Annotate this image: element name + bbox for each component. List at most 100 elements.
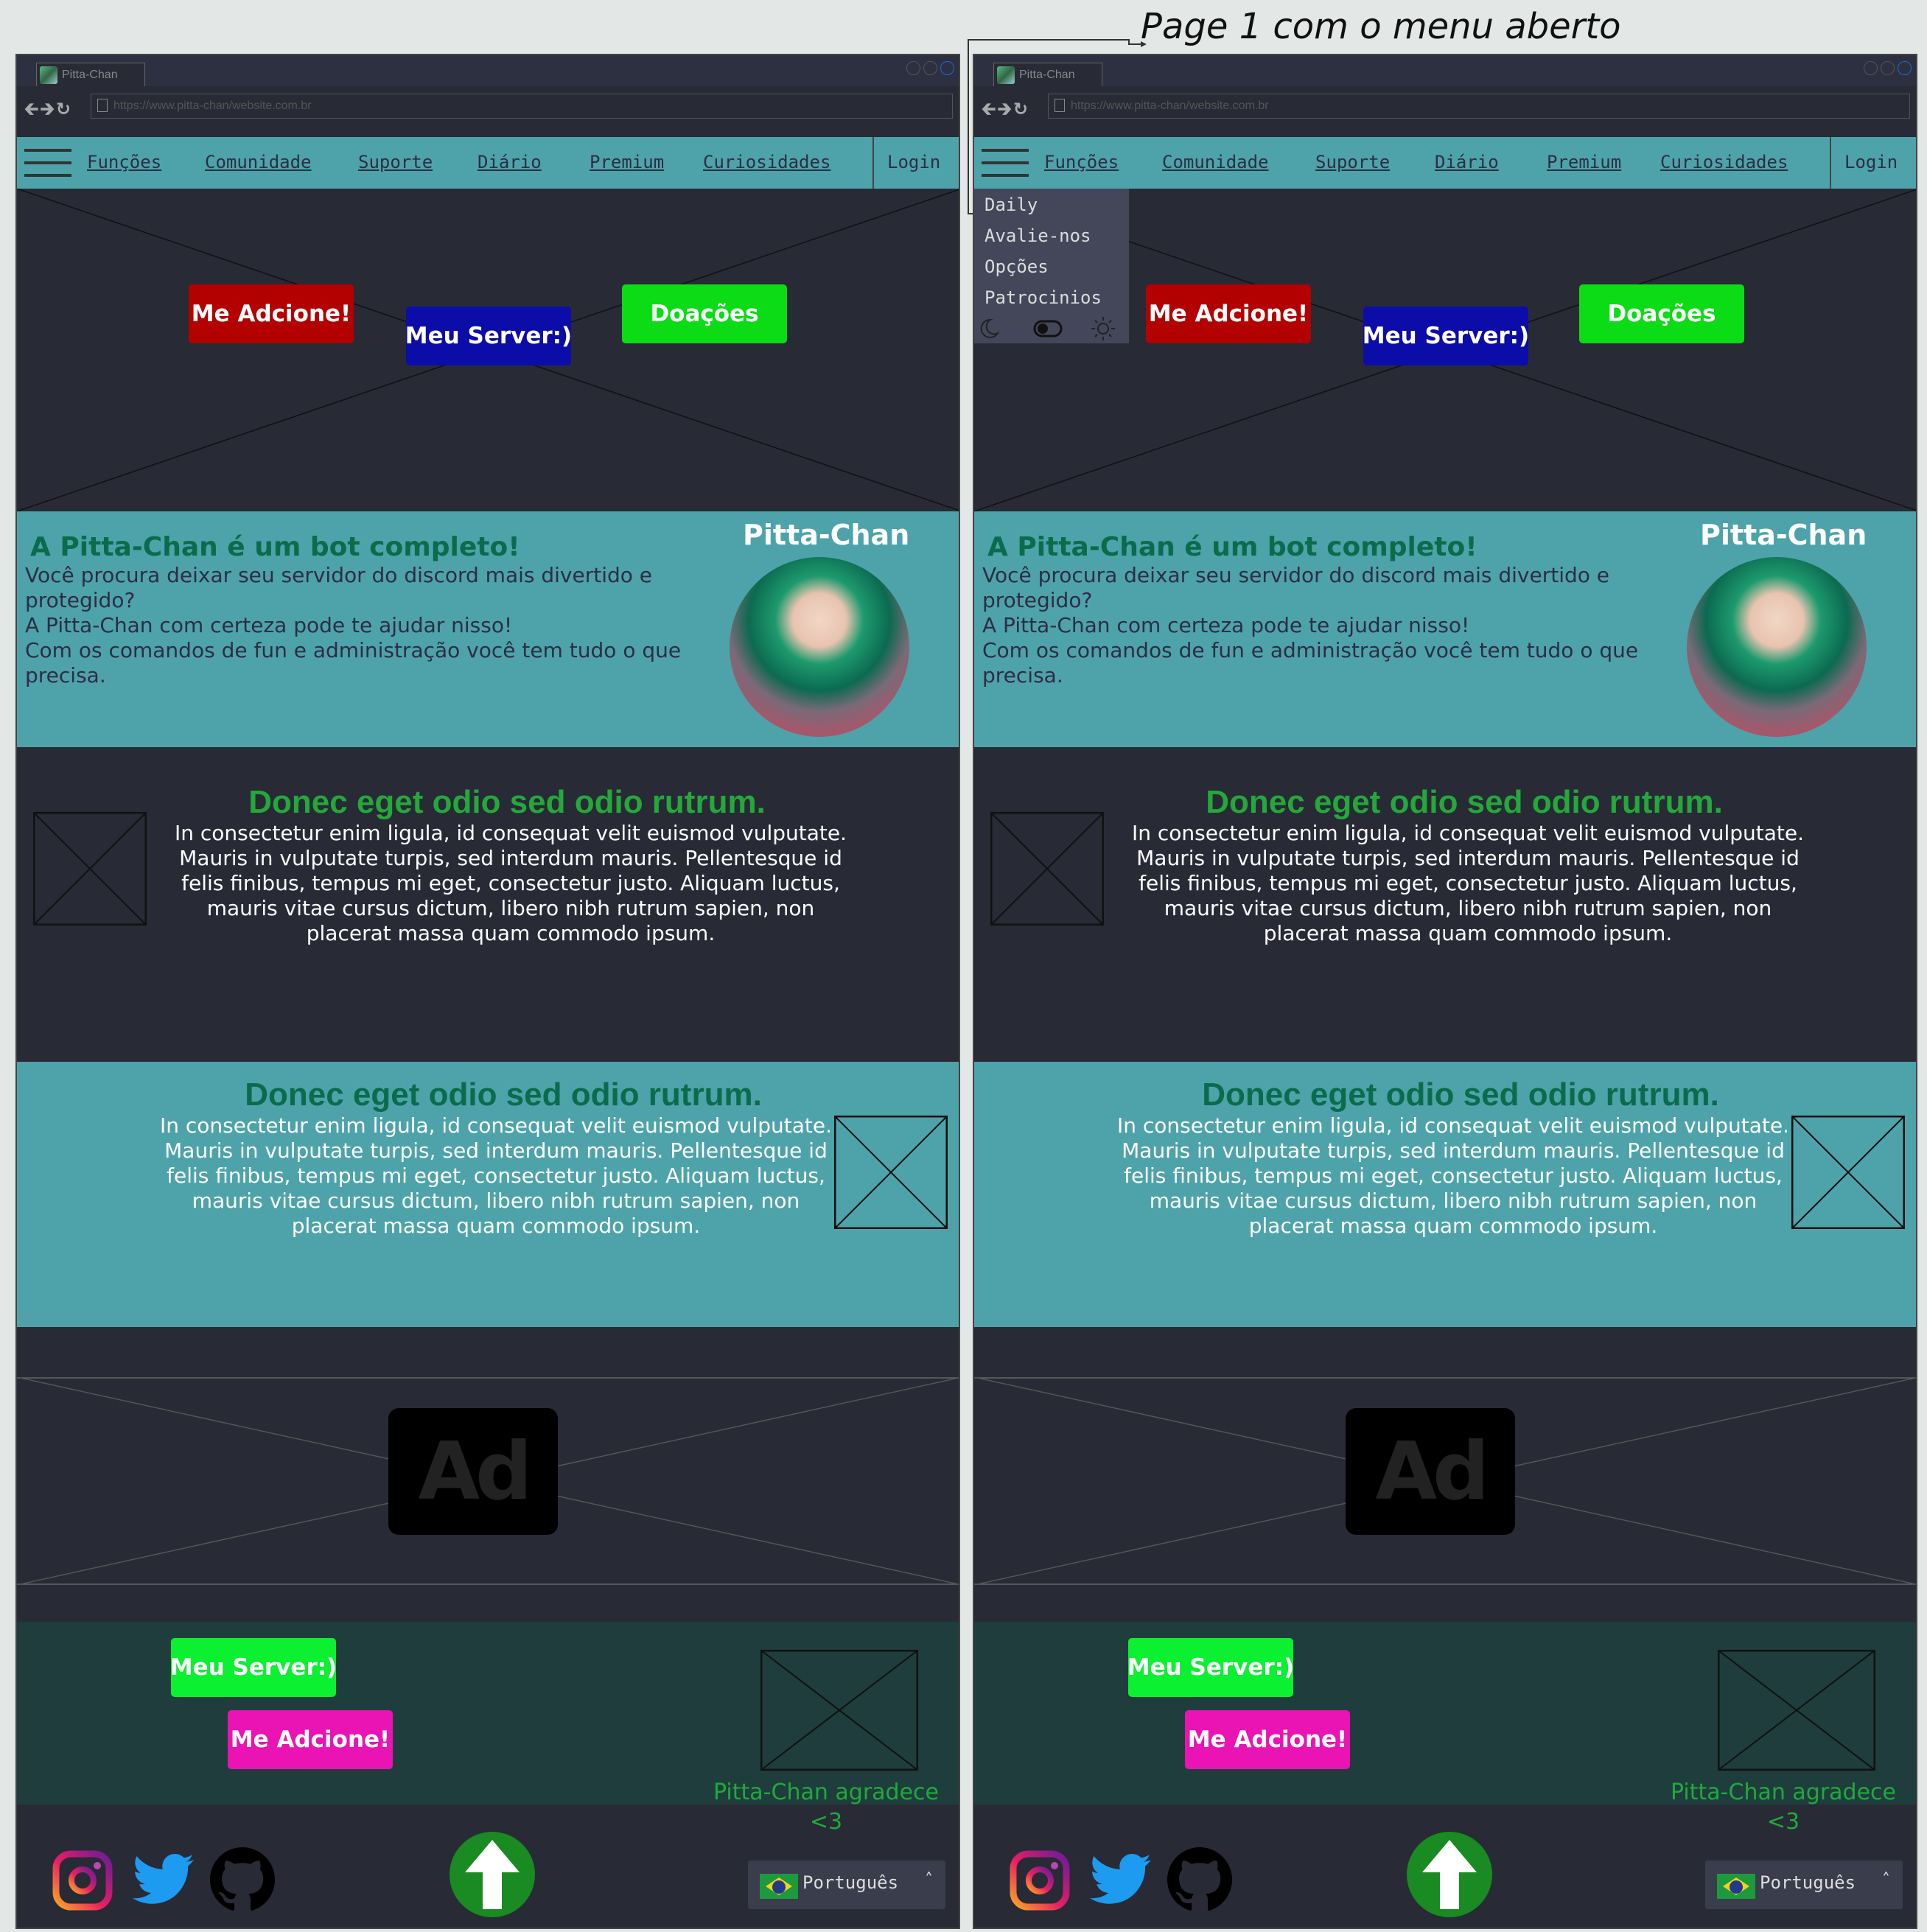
chevron-up-icon: ˄ [925,1871,933,1889]
url-text: https://www.pitta-chan/website.com.br [113,99,312,112]
my-server-button[interactable]: Meu Server:) [405,307,572,365]
window-maximize-button[interactable] [1881,61,1895,75]
scroll-to-top-icon[interactable] [449,1831,536,1918]
window-maximize-button[interactable] [923,61,937,75]
flag-globe [772,1880,786,1894]
page-icon [97,99,108,112]
footer-add-bot-button[interactable]: Me Adcione! [1185,1710,1350,1769]
hero-banner: Me Adcione! Meu Server:) Doações [17,189,959,511]
language-selector[interactable]: Português ˄ [748,1861,945,1909]
window-close-button[interactable] [940,61,954,75]
scroll-to-top-icon[interactable] [1406,1831,1493,1918]
feature-image-placeholder [834,1116,948,1229]
nav-item-funcoes[interactable]: Funções [1044,152,1119,172]
menu-item-opcoes[interactable]: Opções [985,256,1049,277]
browser-tab[interactable]: Pitta-Chan [993,63,1102,86]
tab-bar: Pitta-Chan [17,55,959,86]
url-field[interactable]: https://www.pitta-chan/website.com.br [91,94,953,119]
feature-section-1: Donec eget odio sed odio rutrum. In cons… [974,747,1916,1062]
browser-tab[interactable]: Pitta-Chan [36,63,145,86]
browser-window-closed-menu: Pitta-Chan 🡰🡲↻ https://www.pitta-chan/we… [15,54,960,1929]
nav-item-suporte[interactable]: Suporte [358,152,433,172]
top-navbar: Funções Comunidade Suporte Diário Premiu… [17,137,959,189]
window-minimize-button[interactable] [906,61,920,75]
back-arrow-icon[interactable]: 🡰 [982,99,997,119]
chevron-up-icon: ˄ [1882,1871,1890,1889]
nav-item-funcoes[interactable]: Funções [87,152,161,172]
browser-nav-icons: 🡰🡲↻ [24,97,72,127]
login-link[interactable]: Login [887,152,940,172]
hamburger-dropdown-menu: Daily Avalie-nos Opções Patrocinios [974,189,1129,343]
forward-arrow-icon[interactable]: 🡲 [40,99,55,119]
nav-item-diario[interactable]: Diário [478,152,542,172]
thanks-line-1: Pitta-Chan agradece [713,1779,939,1805]
browser-nav-icons: 🡰🡲↻ [982,97,1029,127]
ad-icon[interactable]: Ad [1346,1408,1515,1535]
add-bot-button[interactable]: Me Adcione! [1146,284,1311,343]
ad-icon[interactable]: Ad [388,1408,558,1535]
nav-item-curiosidades[interactable]: Curiosidades [703,152,830,172]
login-link[interactable]: Login [1844,152,1898,172]
instagram-icon[interactable] [1010,1850,1070,1911]
twitter-icon[interactable] [1089,1853,1153,1906]
twitter-icon[interactable] [132,1853,195,1906]
annotation-label: Page 1 com o menu aberto [1141,6,1621,47]
back-arrow-icon[interactable]: 🡰 [24,99,40,119]
github-icon[interactable] [210,1847,275,1912]
thanks-line-2: <3 [809,1809,843,1835]
my-server-button[interactable]: Meu Server:) [1363,307,1529,365]
bot-name: Pitta-Chan [743,519,910,551]
reload-icon[interactable]: ↻ [1013,99,1029,119]
thanks-message: Pitta-Chan agradece <3 [701,1778,951,1837]
nav-item-comunidade[interactable]: Comunidade [1162,152,1269,172]
language-label: Português [802,1872,899,1893]
thanks-line-1: Pitta-Chan agradece [1671,1779,1896,1805]
donations-button[interactable]: Doações [622,284,787,343]
tab-title: Pitta-Chan [62,69,118,81]
footer-image-placeholder [1718,1650,1875,1771]
about-title: A Pitta-Chan é um bot completo! [30,532,520,562]
feature-title-1: Donec eget odio sed odio rutrum. [1206,784,1723,820]
donations-button[interactable]: Doações [1579,284,1744,343]
nav-item-suporte[interactable]: Suporte [1315,152,1390,172]
feature-image-placeholder [1791,1116,1905,1229]
menu-item-daily[interactable]: Daily [985,195,1038,215]
flag-globe [1730,1880,1743,1894]
nav-item-premium[interactable]: Premium [590,152,664,172]
thanks-line-2: <3 [1766,1809,1800,1835]
nav-item-curiosidades[interactable]: Curiosidades [1660,152,1788,172]
page-icon [1055,99,1065,112]
theme-toggle-switch[interactable] [1033,320,1063,337]
reload-icon[interactable]: ↻ [56,99,72,119]
hamburger-menu-icon[interactable] [982,147,1029,178]
language-label: Português [1760,1872,1856,1893]
tab-favicon-icon [40,66,57,84]
window-controls [1864,61,1912,75]
ad-banner: Ad [17,1327,959,1622]
language-selector[interactable]: Português ˄ [1705,1861,1903,1909]
tab-title: Pitta-Chan [1019,69,1075,81]
window-minimize-button[interactable] [1864,61,1878,75]
menu-item-patrocinios[interactable]: Patrocinios [985,287,1102,308]
instagram-icon[interactable] [52,1850,113,1911]
forward-arrow-icon[interactable]: 🡲 [997,99,1013,119]
window-controls [906,61,954,75]
menu-item-avalie-nos[interactable]: Avalie-nos [985,225,1091,246]
url-field[interactable]: https://www.pitta-chan/website.com.br [1048,94,1910,119]
footer-image-placeholder [760,1650,918,1771]
footer-my-server-button[interactable]: Meu Server:) [170,1638,337,1697]
feature-section-2: Donec eget odio sed odio rutrum. In cons… [17,1062,959,1327]
nav-item-diario[interactable]: Diário [1435,152,1499,172]
github-icon[interactable] [1167,1847,1232,1912]
nav-item-premium[interactable]: Premium [1547,152,1621,172]
hamburger-menu-icon[interactable] [24,147,71,178]
ad-banner: Ad [974,1327,1916,1622]
footer-my-server-button[interactable]: Meu Server:) [1127,1638,1294,1697]
footer-add-bot-button[interactable]: Me Adcione! [228,1710,393,1769]
window-close-button[interactable] [1898,61,1912,75]
about-text: Você procura deixar seu servidor do disc… [25,563,682,687]
bot-avatar [1687,557,1867,737]
feature-text-2: In consectetur enim ligula, id consequat… [159,1113,833,1238]
nav-item-comunidade[interactable]: Comunidade [205,152,312,172]
add-bot-button[interactable]: Me Adcione! [189,284,354,343]
